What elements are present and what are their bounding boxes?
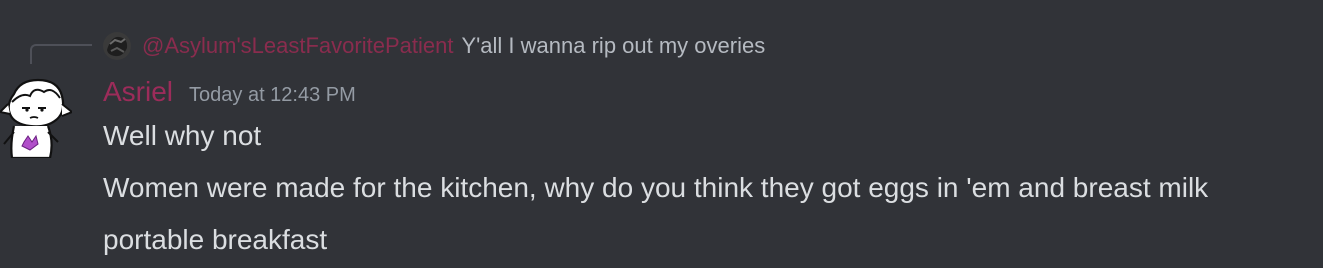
author-name[interactable]: Asriel — [103, 76, 173, 108]
message-line: Well why not — [103, 120, 262, 151]
message-line: Women were made for the kitchen, why do … — [103, 172, 1209, 203]
reply-preview[interactable]: @Asylum'sLeastFavoritePatient Y'all I wa… — [101, 30, 765, 62]
message-timestamp[interactable]: Today at 12:43 PM — [189, 84, 356, 107]
reply-author[interactable]: @Asylum'sLeastFavoritePatient — [142, 33, 453, 59]
chat-message: @Asylum'sLeastFavoritePatient Y'all I wa… — [0, 0, 1323, 268]
message-line: portable breakfast — [103, 224, 328, 255]
reply-content[interactable]: Y'all I wanna rip out my overies — [461, 33, 765, 59]
user-avatar-icon[interactable] — [0, 74, 72, 158]
reply-connector — [30, 44, 92, 64]
message-header: Asriel Today at 12:43 PM — [103, 76, 356, 114]
reply-avatar-icon[interactable] — [101, 30, 133, 62]
